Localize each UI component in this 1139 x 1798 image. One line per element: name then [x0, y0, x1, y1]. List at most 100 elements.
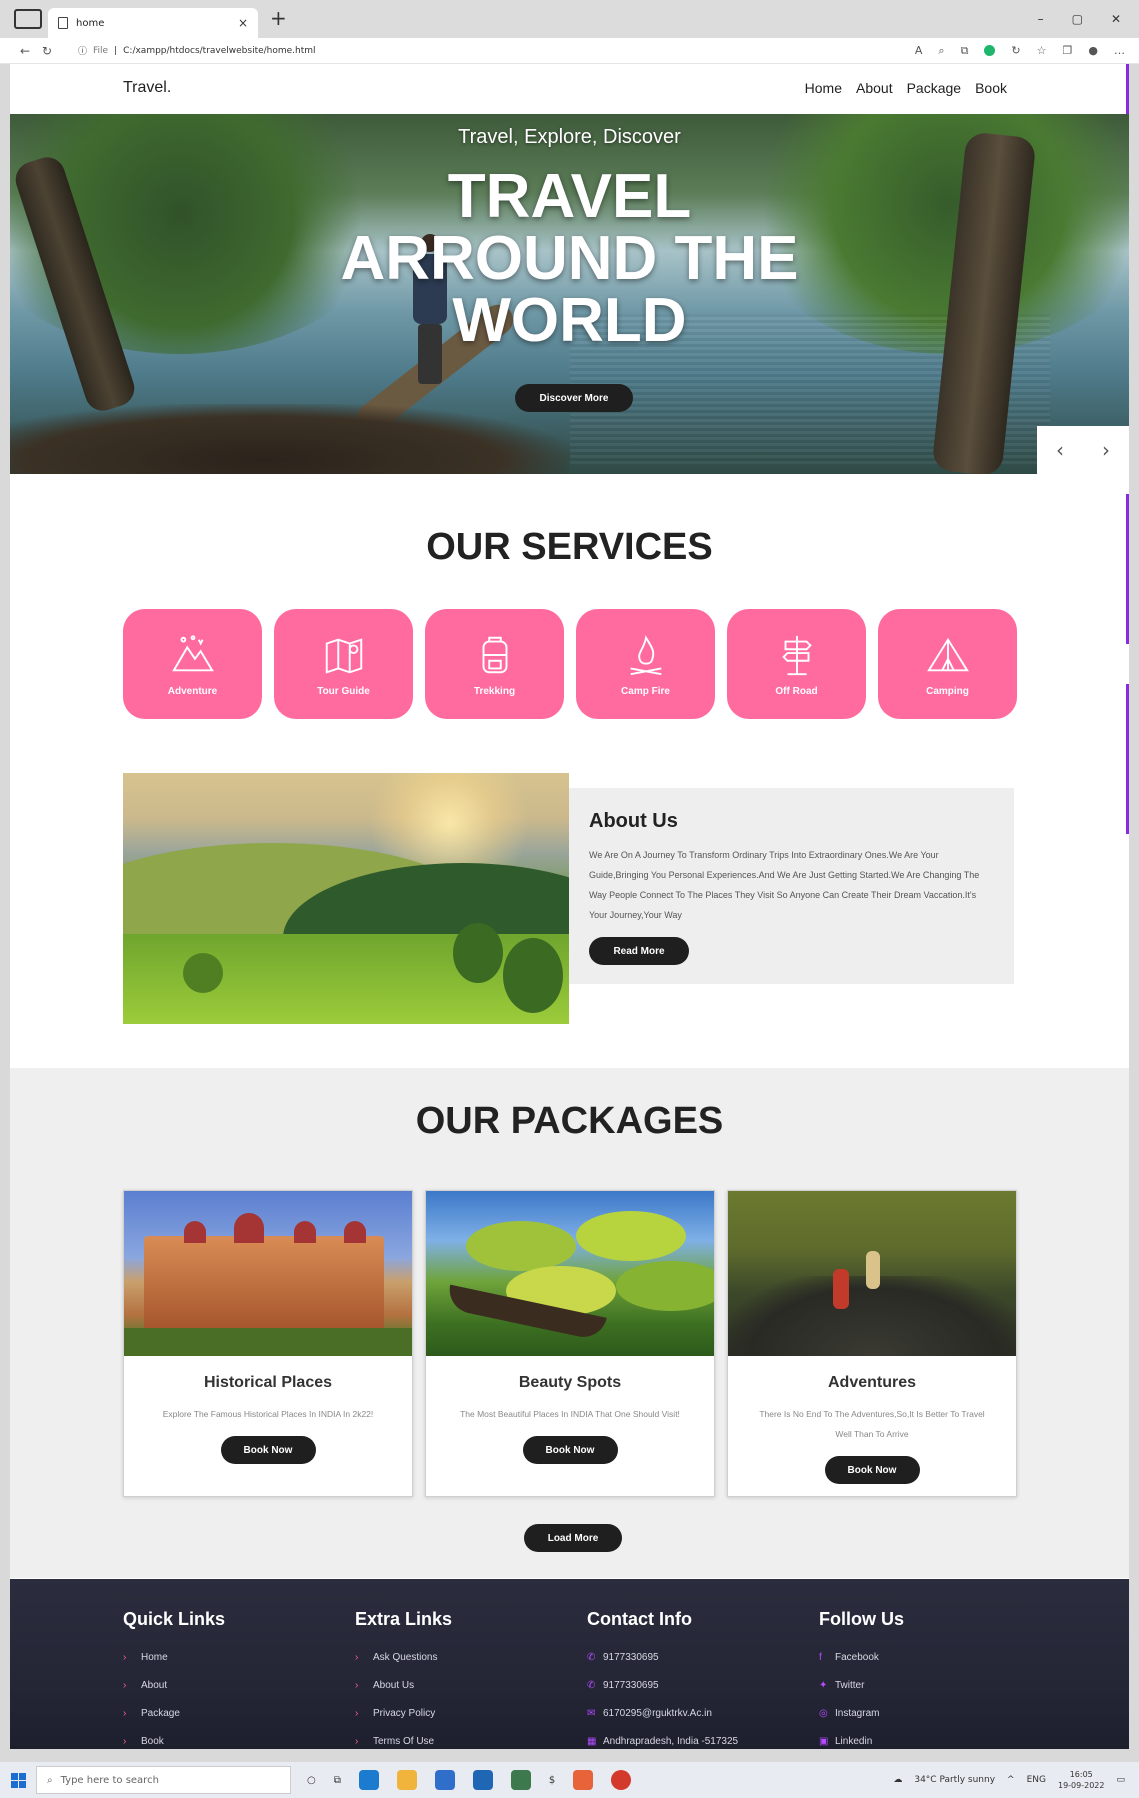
- phone-icon: ✆: [587, 1652, 596, 1663]
- book-now-button[interactable]: Book Now: [522, 1436, 618, 1464]
- footer-link[interactable]: › Terms Of Use: [355, 1728, 575, 1749]
- favorites-icon[interactable]: ☆: [1037, 44, 1047, 57]
- nav-package[interactable]: Package: [907, 80, 961, 96]
- cortana-icon[interactable]: ○: [307, 1775, 316, 1786]
- refresh-icon[interactable]: ↻: [36, 44, 58, 58]
- footer-contact-item[interactable]: ✉ 6170295@rguktrkv.Ac.in: [587, 1700, 807, 1728]
- facebook-icon: f: [819, 1652, 822, 1663]
- app-icon[interactable]: [573, 1770, 594, 1790]
- info-icon[interactable]: ⓘ: [78, 44, 87, 57]
- package-title: Historical Places: [203, 1374, 333, 1391]
- hero-title-line: ARROUND THE: [340, 224, 799, 293]
- instagram-icon: ◎: [819, 1708, 828, 1719]
- service-label: Tour Guide: [317, 685, 370, 697]
- service-trekking[interactable]: Trekking: [425, 609, 564, 719]
- map-marker-icon: ▦: [587, 1736, 597, 1747]
- store-icon[interactable]: [434, 1770, 455, 1790]
- mail-icon[interactable]: [472, 1770, 493, 1790]
- service-label: Camping: [926, 685, 969, 697]
- maximize-button[interactable]: ▢: [1072, 12, 1083, 26]
- url-scheme: File: [93, 45, 109, 56]
- taskbar: ⌕ Type here to search ○ ⧉ $ ☁ 34°C Partl…: [0, 1762, 1139, 1798]
- collections-icon[interactable]: ❐: [1063, 44, 1073, 57]
- site-logo[interactable]: Travel.: [123, 79, 171, 97]
- service-camp-fire[interactable]: Camp Fire: [576, 609, 715, 719]
- tray-chevron-icon[interactable]: ^: [1007, 1775, 1015, 1785]
- page-icon: [58, 17, 68, 29]
- nav-about[interactable]: About: [856, 80, 893, 96]
- lang-indicator[interactable]: ENG: [1027, 1775, 1046, 1785]
- footer-link[interactable]: › Privacy Policy: [355, 1700, 575, 1728]
- site-header: Travel. Home About Package Book: [10, 64, 1129, 114]
- package-title: Adventures: [827, 1374, 917, 1391]
- twitter-icon: ✦: [819, 1680, 828, 1691]
- about-heading: About Us: [589, 810, 678, 832]
- profile-icon[interactable]: ●: [1088, 44, 1098, 57]
- footer-social-link[interactable]: ▣ Linkedin: [819, 1728, 1039, 1749]
- footer-link[interactable]: › About Us: [355, 1672, 575, 1700]
- footer-contact-item[interactable]: ✆ 9177330695: [587, 1672, 807, 1700]
- clock-time: 16:05: [1069, 1770, 1093, 1779]
- hero-title-line: TRAVEL: [447, 162, 692, 231]
- footer-link[interactable]: › About: [123, 1672, 343, 1700]
- minimize-button[interactable]: –: [1038, 12, 1044, 26]
- new-tab-button[interactable]: +: [270, 6, 287, 30]
- book-now-button[interactable]: Book Now: [220, 1436, 316, 1464]
- notification-icon[interactable]: ▭: [1116, 1775, 1125, 1785]
- taskbar-search[interactable]: ⌕ Type here to search: [36, 1766, 291, 1794]
- discover-more-button[interactable]: Discover More: [515, 384, 633, 412]
- search-placeholder: Type here to search: [60, 1774, 159, 1786]
- footer-link[interactable]: › Package: [123, 1700, 343, 1728]
- footer-link[interactable]: › Book: [123, 1728, 343, 1749]
- file-explorer-icon[interactable]: [396, 1770, 417, 1790]
- chevron-right-icon: ›: [123, 1736, 127, 1747]
- footer-social-link[interactable]: ✦ Twitter: [819, 1672, 1039, 1700]
- service-tour-guide[interactable]: Tour Guide: [274, 609, 413, 719]
- xampp-icon[interactable]: $: [549, 1775, 555, 1786]
- tab-actions-button[interactable]: [14, 9, 42, 29]
- edge-icon[interactable]: [358, 1770, 379, 1790]
- package-card: Adventures There Is No End To The Advent…: [727, 1190, 1017, 1497]
- slider-next-icon[interactable]: ›: [1102, 438, 1110, 462]
- footer-social-link[interactable]: ◎ Instagram: [819, 1700, 1039, 1728]
- load-more-button[interactable]: Load More: [524, 1524, 622, 1552]
- url-field[interactable]: ⓘ File | C:/xampp/htdocs/travelwebsite/h…: [78, 44, 316, 58]
- footer-link[interactable]: › Home: [123, 1644, 343, 1672]
- clock[interactable]: 16:05 19-09-2022: [1058, 1769, 1105, 1791]
- more-menu-icon[interactable]: …: [1114, 44, 1125, 57]
- services-title: OUR SERVICES: [426, 526, 713, 568]
- hero-title-line: WORLD: [452, 286, 687, 355]
- browser-tab[interactable]: home ×: [48, 8, 258, 38]
- read-more-button[interactable]: Read More: [589, 937, 689, 965]
- slider-prev-icon[interactable]: ‹: [1056, 438, 1064, 462]
- read-aloud-icon[interactable]: A: [915, 44, 923, 57]
- task-view-icon[interactable]: ⧉: [334, 1775, 341, 1786]
- package-image: [426, 1191, 714, 1356]
- chrome-icon[interactable]: [611, 1770, 632, 1790]
- service-adventure[interactable]: Adventure: [123, 609, 262, 719]
- footer-link[interactable]: › Ask Questions: [355, 1644, 575, 1672]
- zoom-icon[interactable]: ⌕: [938, 44, 944, 58]
- weather-icon[interactable]: ☁: [893, 1775, 902, 1785]
- refresh-extension-icon[interactable]: ↻: [1011, 44, 1020, 57]
- close-window-button[interactable]: ✕: [1111, 12, 1121, 26]
- windows-icon: [10, 1772, 26, 1788]
- extensions-icon[interactable]: ⧉: [961, 44, 969, 58]
- extension-status-icon[interactable]: [984, 45, 996, 56]
- scrollbar-accent: [1126, 494, 1129, 644]
- start-button[interactable]: [0, 1772, 36, 1788]
- footer-social-link[interactable]: f Facebook: [819, 1644, 1039, 1672]
- nav-home[interactable]: Home: [805, 80, 842, 96]
- weather-text[interactable]: 34°C Partly sunny: [914, 1775, 995, 1785]
- service-camping[interactable]: Camping: [878, 609, 1017, 719]
- chevron-right-icon: ›: [123, 1708, 127, 1719]
- back-icon[interactable]: ←: [14, 44, 36, 58]
- app-icon[interactable]: [510, 1770, 531, 1790]
- tab-close-icon[interactable]: ×: [238, 16, 248, 30]
- campfire-icon: [629, 634, 662, 675]
- nav-book[interactable]: Book: [975, 80, 1007, 96]
- book-now-button[interactable]: Book Now: [824, 1456, 920, 1484]
- slider-controls: ‹ ›: [1037, 426, 1129, 474]
- service-off-road[interactable]: Off Road: [727, 609, 866, 719]
- footer-contact-item[interactable]: ✆ 9177330695: [587, 1644, 807, 1672]
